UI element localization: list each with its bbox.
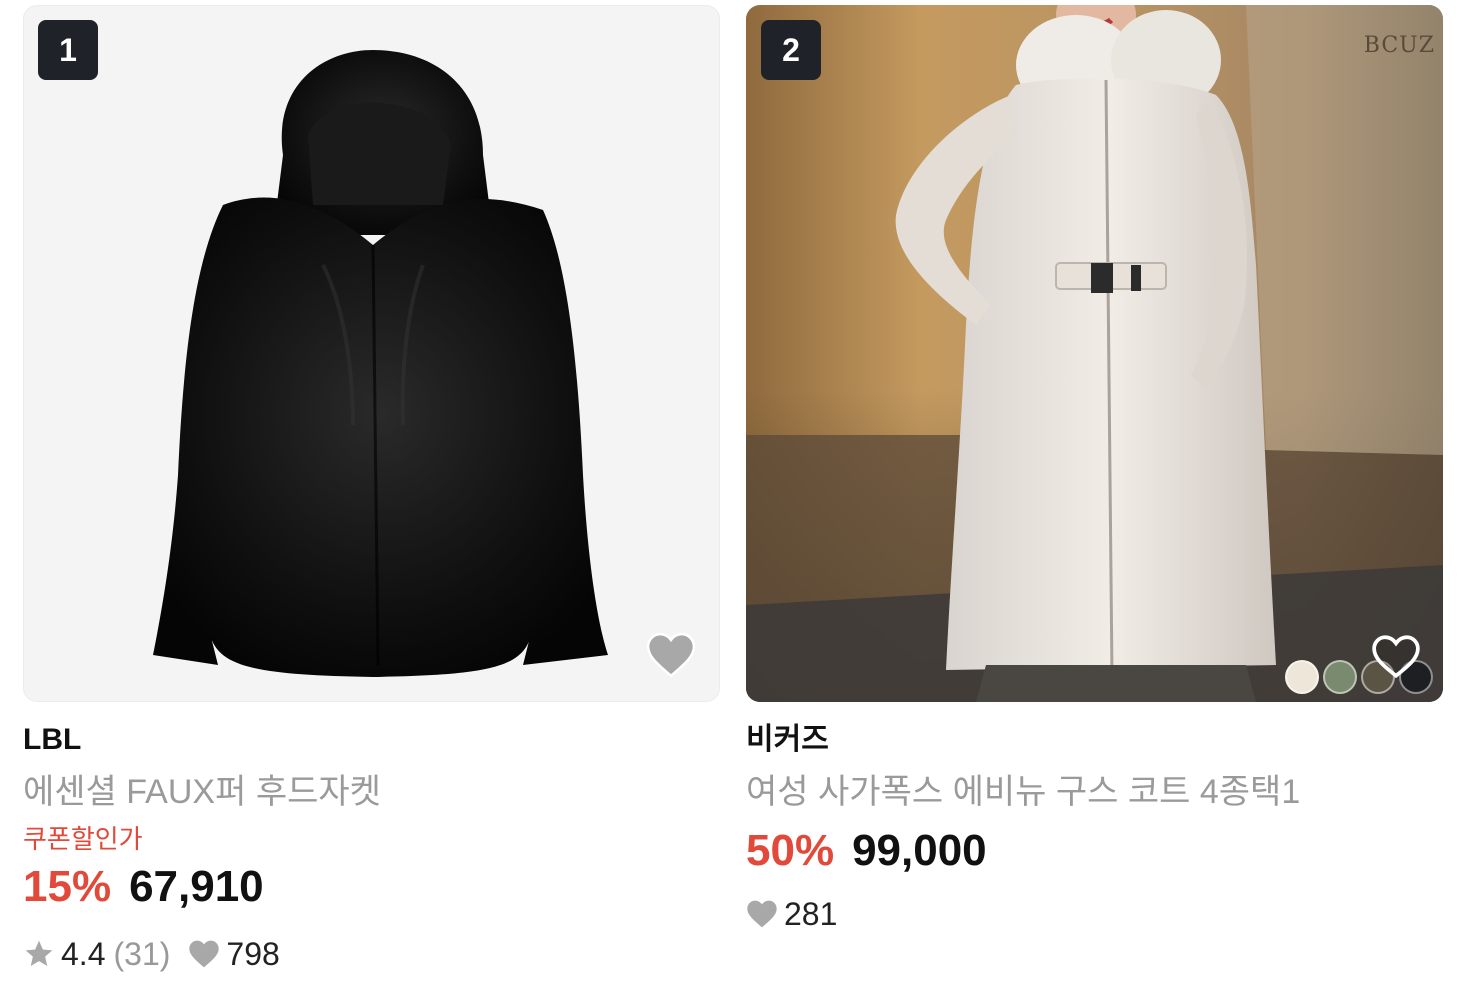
coupon-label: 쿠폰할인가	[23, 825, 143, 855]
discount-rate: 15%	[23, 862, 112, 911]
like-count: 798	[226, 936, 280, 972]
heart-icon	[746, 898, 778, 930]
product-title[interactable]: 여성 사가폭스 에비뉴 구스 코트 4종택1	[746, 772, 1443, 812]
fur-jacket-image	[153, 50, 608, 677]
product-title[interactable]: 에센셜 FAUX퍼 후드자켓	[23, 772, 720, 812]
sale-price: 99,000	[852, 826, 987, 875]
rating-value: 4.4	[61, 936, 106, 972]
product-card[interactable]: 1 LBL 에센셜 FAUX퍼 후드자켓 쿠폰할인가 15% 67,910 4.…	[23, 5, 720, 972]
color-swatch	[1323, 660, 1357, 694]
price-row: 50% 99,000	[746, 826, 1443, 876]
price-row: 15% 67,910	[23, 862, 720, 912]
brand-name[interactable]: LBL	[23, 722, 720, 758]
product-card[interactable]: BCUZ 2 비커즈 여성 사가폭스 에비뉴 구스 코트 4종택1 50% 99…	[746, 5, 1443, 932]
goose-coat-image	[746, 5, 1443, 702]
sale-price: 67,910	[129, 862, 264, 911]
brand-watermark: BCUZ	[1363, 33, 1435, 58]
review-count: (31)	[113, 936, 171, 972]
product-meta: 281	[746, 896, 1443, 932]
heart-icon	[188, 938, 220, 970]
product-image[interactable]: BCUZ 2	[746, 5, 1443, 702]
discount-rate: 50%	[746, 826, 835, 875]
like-heart-icon[interactable]	[646, 632, 696, 678]
like-count: 281	[784, 896, 838, 932]
star-icon	[23, 938, 55, 970]
rank-badge: 1	[38, 20, 98, 80]
product-meta: 4.4 (31) 798	[23, 936, 720, 972]
product-image[interactable]: 1	[23, 5, 720, 702]
brand-name[interactable]: 비커즈	[746, 722, 1443, 758]
product-grid: 1 LBL 에센셜 FAUX퍼 후드자켓 쿠폰할인가 15% 67,910 4.…	[0, 0, 1460, 991]
rank-badge: 2	[761, 20, 821, 80]
like-heart-outline-icon[interactable]	[1371, 634, 1421, 680]
color-swatch	[1285, 660, 1319, 694]
